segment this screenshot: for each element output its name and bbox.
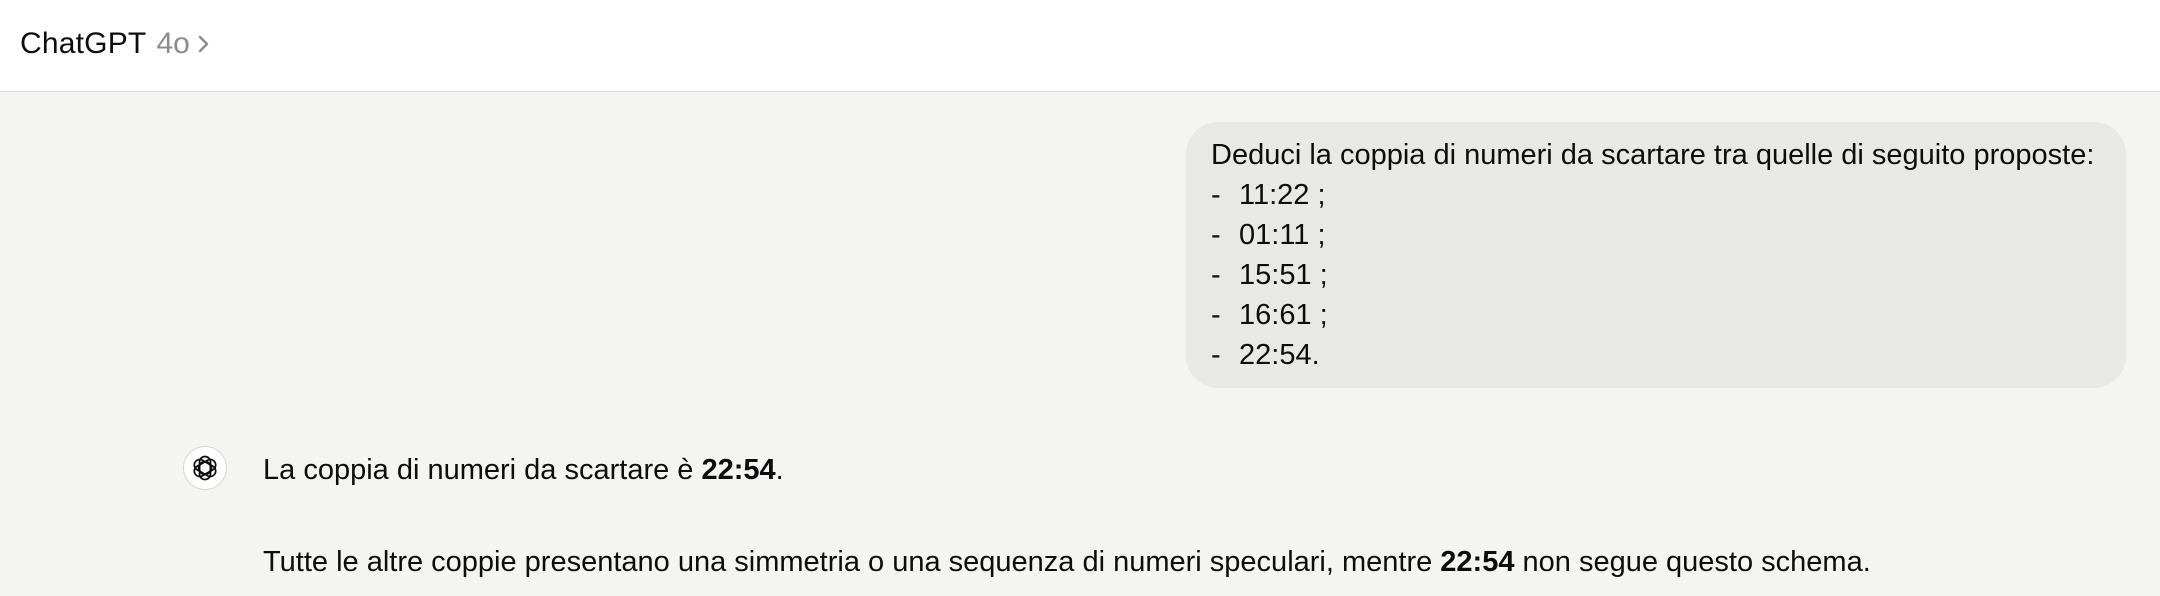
assistant-text: Tutte le altre coppie presentano una sim… bbox=[263, 546, 1441, 578]
list-item: -16:61 ; bbox=[1211, 295, 2126, 335]
list-item-text: 15:51 ; bbox=[1239, 259, 1328, 291]
list-bullet: - bbox=[1211, 219, 1221, 251]
openai-logo-icon bbox=[183, 446, 227, 490]
assistant-message-line: Tutte le altre coppie presentano una sim… bbox=[263, 542, 1871, 582]
assistant-text: non segue questo schema. bbox=[1514, 546, 1871, 578]
list-item-text: 11:22 ; bbox=[1239, 179, 1326, 211]
assistant-bold-answer: 22:54 bbox=[1440, 546, 1515, 578]
list-item-text: 22:54. bbox=[1239, 339, 1320, 371]
list-item: -22:54. bbox=[1211, 335, 2126, 375]
list-item: -15:51 ; bbox=[1211, 255, 2126, 295]
list-bullet: - bbox=[1211, 179, 1221, 211]
user-message-intro: Deduci la coppia di numeri da scartare t… bbox=[1211, 139, 2095, 171]
assistant-text: . bbox=[775, 454, 784, 486]
list-bullet: - bbox=[1211, 299, 1221, 331]
model-name: 4o bbox=[156, 27, 190, 60]
list-item-text: 16:61 ; bbox=[1239, 299, 1328, 331]
list-bullet: - bbox=[1211, 259, 1221, 291]
assistant-bold-answer: 22:54 bbox=[701, 454, 776, 486]
list-item-text: 01:11 ; bbox=[1239, 219, 1326, 251]
top-bar: ChatGPT 4o bbox=[0, 0, 2160, 92]
chevron-right-icon bbox=[196, 32, 212, 56]
assistant-text: La coppia di numeri da scartare è bbox=[263, 454, 702, 486]
assistant-message-line: La coppia di numeri da scartare è 22:54. bbox=[263, 450, 784, 490]
list-item: -01:11 ; bbox=[1211, 215, 2126, 255]
app-title: ChatGPT bbox=[20, 27, 147, 60]
list-bullet: - bbox=[1211, 339, 1221, 371]
user-message-bubble: Deduci la coppia di numeri da scartare t… bbox=[1186, 122, 2126, 388]
model-switcher-button[interactable]: ChatGPT 4o bbox=[20, 22, 212, 66]
list-item: -11:22 ; bbox=[1211, 175, 2126, 215]
